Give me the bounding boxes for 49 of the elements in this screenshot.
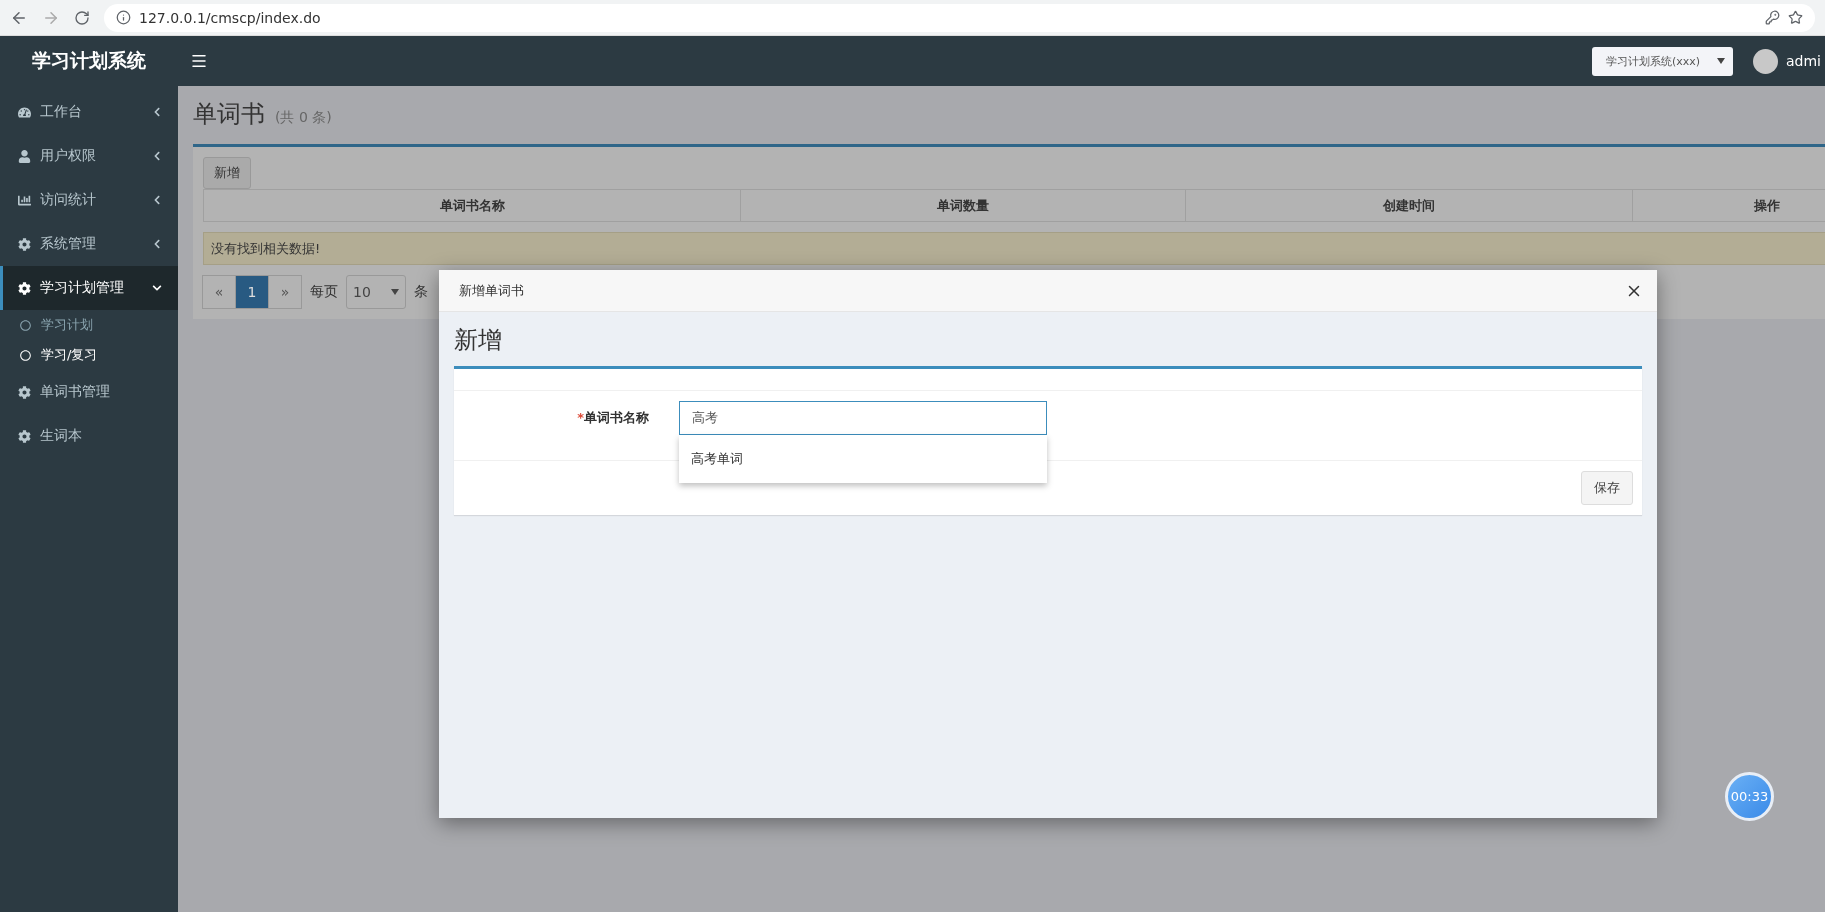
record-count: (共 0 条) xyxy=(275,109,332,127)
url-text: 127.0.0.1/cmscp/index.do xyxy=(139,9,321,26)
gear-icon xyxy=(18,385,31,399)
sidebar-item[interactable]: 单词书管理 xyxy=(0,370,178,414)
address-bar[interactable]: 127.0.0.1/cmscp/index.do xyxy=(104,3,1815,32)
sidebar-item[interactable]: 工作台 xyxy=(0,90,178,134)
sidebar-item[interactable]: 系统管理 xyxy=(0,222,178,266)
page-size-select[interactable]: 10 xyxy=(346,275,406,309)
gear-icon xyxy=(18,281,31,295)
save-button[interactable]: 保存 xyxy=(1581,471,1633,505)
sidebar-item[interactable]: 用户权限 xyxy=(0,134,178,178)
menu-icon[interactable] xyxy=(190,52,208,70)
caret-icon xyxy=(1717,58,1725,64)
dialog-title: 新增单词书 xyxy=(459,281,524,300)
gear-icon xyxy=(18,237,31,251)
next-page-button[interactable]: » xyxy=(268,275,302,309)
reload-icon[interactable] xyxy=(74,9,90,26)
sidebar-item[interactable]: 生词本 xyxy=(0,414,178,458)
info-icon[interactable] xyxy=(116,10,131,25)
gauge-icon xyxy=(18,105,31,119)
bar-chart-icon xyxy=(18,193,31,207)
column-header: 创建时间 xyxy=(1186,190,1633,221)
gear-icon xyxy=(18,429,31,443)
per-page-label: 每页 xyxy=(310,283,338,301)
sidebar-subitem[interactable]: 学习计划 xyxy=(0,310,178,340)
app-logo: 学习计划系统 xyxy=(31,48,147,73)
user-icon xyxy=(18,149,31,163)
sidebar-item[interactable]: 访问统计 xyxy=(0,178,178,222)
name-input[interactable]: 高考 xyxy=(679,401,1047,435)
star-icon[interactable] xyxy=(1788,10,1803,25)
add-button[interactable]: 新增 xyxy=(203,157,251,189)
sidebar-item[interactable]: 学习计划管理 xyxy=(0,266,178,310)
empty-message: 没有找到相关数据! xyxy=(203,232,1825,265)
sidebar-subitem[interactable]: 学习/复习 xyxy=(0,340,178,370)
page-title: 单词书 xyxy=(193,99,265,130)
form-heading: 新增 xyxy=(454,325,503,356)
system-select[interactable]: 学习计划系统(xxx) xyxy=(1592,46,1733,76)
page-button[interactable]: 1 xyxy=(235,275,269,309)
prev-page-button[interactable]: « xyxy=(202,275,236,309)
avatar-icon[interactable] xyxy=(1753,48,1778,74)
key-icon[interactable] xyxy=(1765,10,1780,25)
field-label: *单词书名称 xyxy=(576,409,649,427)
user-name[interactable]: admi xyxy=(1786,53,1821,69)
caret-icon xyxy=(391,289,399,295)
column-header: 单词书名称 xyxy=(204,190,741,221)
unit-label: 条 xyxy=(414,283,428,301)
suggestion-item[interactable]: 高考单词 xyxy=(679,441,1047,477)
column-header: 操作 xyxy=(1633,190,1825,221)
column-header: 单词数量 xyxy=(741,190,1186,221)
